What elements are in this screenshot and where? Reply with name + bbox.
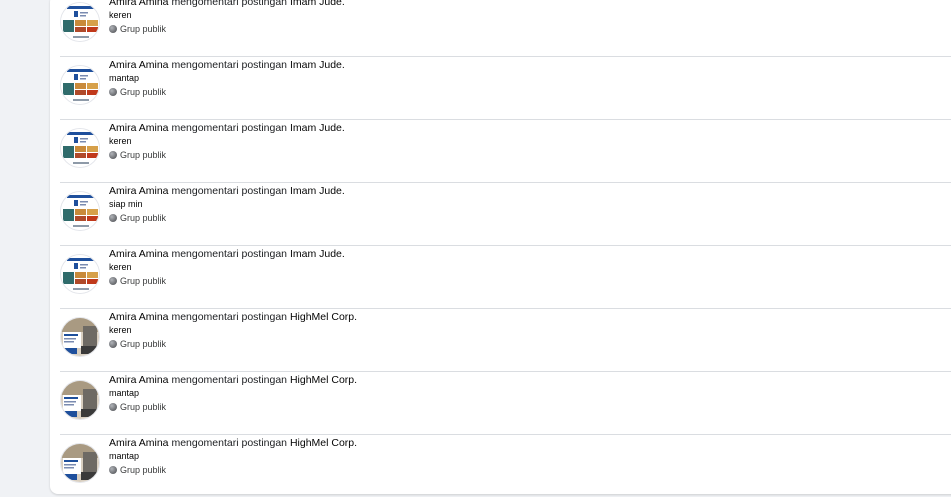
target-name[interactable]: HighMel Corp. — [290, 437, 357, 449]
audience-label: Grup publik — [109, 149, 345, 161]
activity-item[interactable]: Amira Amina mengomentari postingan Imam … — [60, 120, 951, 183]
audience-text: Grup publik — [120, 465, 167, 475]
activity-title: Amira Amina mengomentari postingan Imam … — [109, 122, 345, 135]
activity-item[interactable]: Amira Amina mengomentari postingan Imam … — [60, 57, 951, 120]
audience-text: Grup publik — [120, 24, 167, 34]
actor-name[interactable]: Amira Amina — [109, 185, 169, 197]
audience-text: Grup publik — [120, 213, 167, 223]
activity-title: Amira Amina mengomentari postingan Imam … — [109, 0, 345, 9]
activity-verb: mengomentari postingan — [171, 311, 288, 323]
activity-verb: mengomentari postingan — [171, 185, 288, 197]
actor-name[interactable]: Amira Amina — [109, 0, 169, 8]
post-thumbnail[interactable] — [60, 2, 100, 42]
audience-text: Grup publik — [120, 339, 167, 349]
activity-item[interactable]: Amira Amina mengomentari postingan HighM… — [60, 372, 951, 435]
audience-label: Grup publik — [109, 23, 345, 35]
target-name[interactable]: Imam Jude. — [290, 59, 345, 71]
comment-text: mantap — [109, 388, 140, 398]
actor-name[interactable]: Amira Amina — [109, 374, 169, 386]
audience-text: Grup publik — [120, 150, 167, 160]
audience-label: Grup publik — [109, 86, 345, 98]
target-name[interactable]: Imam Jude. — [290, 248, 345, 260]
globe-icon — [109, 340, 117, 348]
audience-label: Grup publik — [109, 338, 357, 350]
activity-item[interactable]: Amira Amina mengomentari postingan HighM… — [60, 309, 951, 372]
globe-icon — [109, 466, 117, 474]
activity-item[interactable]: Amira Amina mengomentari postingan Imam … — [60, 0, 951, 57]
actor-name[interactable]: Amira Amina — [109, 248, 169, 260]
globe-icon — [109, 25, 117, 33]
comment-text: keren — [109, 10, 132, 20]
activity-verb: mengomentari postingan — [171, 437, 288, 449]
activity-title: Amira Amina mengomentari postingan HighM… — [109, 437, 357, 450]
actor-name[interactable]: Amira Amina — [109, 311, 169, 323]
target-name[interactable]: Imam Jude. — [290, 0, 345, 8]
audience-text: Grup publik — [120, 276, 167, 286]
activity-verb: mengomentari postingan — [171, 0, 288, 8]
post-thumbnail[interactable] — [60, 128, 100, 168]
activity-title: Amira Amina mengomentari postingan Imam … — [109, 59, 345, 72]
audience-label: Grup publik — [109, 464, 357, 476]
audience-label: Grup publik — [109, 212, 345, 224]
audience-label: Grup publik — [109, 401, 357, 413]
actor-name[interactable]: Amira Amina — [109, 59, 169, 71]
globe-icon — [109, 151, 117, 159]
activity-title: Amira Amina mengomentari postingan HighM… — [109, 374, 357, 387]
target-name[interactable]: Imam Jude. — [290, 122, 345, 134]
comment-text: mantap — [109, 73, 140, 83]
activity-item[interactable]: Amira Amina mengomentari postingan HighM… — [60, 435, 951, 497]
activity-title: Amira Amina mengomentari postingan Imam … — [109, 248, 345, 261]
post-thumbnail[interactable] — [60, 254, 100, 294]
activity-title: Amira Amina mengomentari postingan Imam … — [109, 185, 345, 198]
comment-text: mantap — [109, 451, 140, 461]
globe-icon — [109, 403, 117, 411]
target-name[interactable]: Imam Jude. — [290, 185, 345, 197]
globe-icon — [109, 88, 117, 96]
audience-label: Grup publik — [109, 275, 345, 287]
actor-name[interactable]: Amira Amina — [109, 437, 169, 449]
activity-log-panel: Amira Amina mengomentari postingan Imam … — [50, 0, 951, 494]
activity-verb: mengomentari postingan — [171, 248, 288, 260]
audience-text: Grup publik — [120, 402, 167, 412]
target-name[interactable]: HighMel Corp. — [290, 311, 357, 323]
post-thumbnail[interactable] — [60, 191, 100, 231]
comment-text: siap min — [109, 199, 143, 209]
post-thumbnail[interactable] — [60, 380, 100, 420]
activity-list: Amira Amina mengomentari postingan Imam … — [60, 0, 951, 497]
globe-icon — [109, 277, 117, 285]
activity-item[interactable]: Amira Amina mengomentari postingan Imam … — [60, 246, 951, 309]
post-thumbnail[interactable] — [60, 443, 100, 483]
actor-name[interactable]: Amira Amina — [109, 122, 169, 134]
activity-verb: mengomentari postingan — [171, 374, 288, 386]
target-name[interactable]: HighMel Corp. — [290, 374, 357, 386]
activity-title: Amira Amina mengomentari postingan HighM… — [109, 311, 357, 324]
activity-verb: mengomentari postingan — [171, 59, 288, 71]
post-thumbnail[interactable] — [60, 317, 100, 357]
audience-text: Grup publik — [120, 87, 167, 97]
globe-icon — [109, 214, 117, 222]
activity-item[interactable]: Amira Amina mengomentari postingan Imam … — [60, 183, 951, 246]
comment-text: keren — [109, 262, 132, 272]
comment-text: keren — [109, 325, 132, 335]
activity-verb: mengomentari postingan — [171, 122, 288, 134]
post-thumbnail[interactable] — [60, 65, 100, 105]
comment-text: keren — [109, 136, 132, 146]
